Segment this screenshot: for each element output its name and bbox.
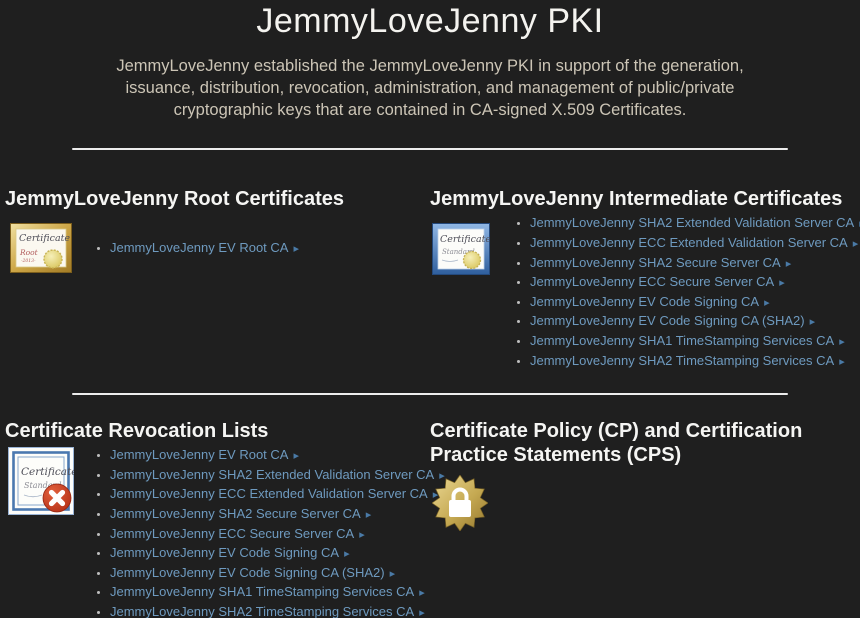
- cert-link[interactable]: JemmyLoveJenny SHA2 Extended Validation …: [530, 215, 854, 230]
- cert-link[interactable]: JemmyLoveJenny EV Root CA: [110, 447, 288, 462]
- cert-link[interactable]: JemmyLoveJenny EV Code Signing CA: [110, 545, 339, 560]
- cert-link[interactable]: JemmyLoveJenny SHA2 TimeStamping Service…: [530, 353, 834, 368]
- cert-link[interactable]: JemmyLoveJenny ECC Extended Validation S…: [110, 486, 428, 501]
- policy-lock-seal-icon: [432, 475, 488, 532]
- page-header: JemmyLoveJenny PKI JemmyLoveJenny establ…: [0, 2, 860, 121]
- svg-text:Certificate: Certificate: [19, 233, 70, 244]
- cert-link[interactable]: JemmyLoveJenny EV Code Signing CA: [530, 294, 759, 309]
- chevron-right-icon: ▸: [359, 528, 365, 541]
- cert-link[interactable]: JemmyLoveJenny SHA2 Secure Server CA: [110, 506, 361, 521]
- cert-link[interactable]: JemmyLoveJenny EV Code Signing CA (SHA2): [530, 313, 805, 328]
- svg-text:Root: Root: [19, 248, 39, 257]
- cert-link-item: JemmyLoveJenny SHA1 TimeStamping Service…: [110, 583, 445, 603]
- cert-link[interactable]: JemmyLoveJenny EV Code Signing CA (SHA2): [110, 565, 385, 580]
- svg-text:-2013-: -2013-: [21, 258, 36, 264]
- page-title: JemmyLoveJenny PKI: [256, 2, 604, 40]
- chevron-right-icon: ▸: [365, 508, 372, 521]
- cert-link-item: JemmyLoveJenny EV Code Signing CA (SHA2)…: [530, 312, 860, 332]
- divider: [72, 148, 788, 151]
- cert-link-item: JemmyLoveJenny EV Root CA ▸: [110, 446, 445, 466]
- cert-link-item: JemmyLoveJenny SHA2 Secure Server CA ▸: [530, 254, 860, 274]
- chevron-right-icon: ▸: [344, 548, 350, 561]
- cert-link[interactable]: JemmyLoveJenny ECC Secure Server CA: [530, 274, 774, 289]
- cert-link-item: JemmyLoveJenny SHA2 Extended Validation …: [110, 466, 445, 486]
- intermediate-certificates-list: JemmyLoveJenny SHA2 Extended Validation …: [502, 214, 860, 371]
- cp-cps-heading: Certificate Policy (CP) and Certificatio…: [430, 420, 803, 467]
- cert-link[interactable]: JemmyLoveJenny SHA2 Secure Server CA: [530, 255, 781, 270]
- cert-link[interactable]: JemmyLoveJenny SHA2 TimeStamping Service…: [110, 604, 414, 618]
- certificate-standard-icon: Certificate Standard: [432, 223, 490, 276]
- certificate-revoked-icon: Certificate Standard: [8, 447, 74, 516]
- cert-link-item: JemmyLoveJenny EV Code Signing CA ▸: [530, 293, 860, 313]
- cert-link[interactable]: JemmyLoveJenny EV Root CA: [110, 240, 288, 255]
- chevron-right-icon: ▸: [809, 316, 816, 329]
- cert-link-item: JemmyLoveJenny ECC Secure Server CA ▸: [530, 273, 860, 293]
- cert-link-item: JemmyLoveJenny SHA1 TimeStamping Service…: [530, 332, 860, 352]
- root-certificates-content: Certificate Root -2013- JemmyLoveJenny E…: [5, 223, 430, 274]
- revocation-lists-content: Certificate Standard JemmyLoveJenny EV R…: [5, 446, 445, 618]
- cert-link-item: JemmyLoveJenny EV Code Signing CA ▸: [110, 544, 445, 564]
- main-content: JemmyLoveJenny Root Certificates Certifi…: [0, 187, 860, 618]
- certificates-row: JemmyLoveJenny Root Certificates Certifi…: [0, 187, 860, 371]
- root-certificates-list: JemmyLoveJenny EV Root CA ▸: [82, 239, 299, 259]
- chevron-right-icon: ▸: [419, 606, 425, 618]
- chevron-right-icon: ▸: [293, 450, 299, 463]
- svg-text:Certificate: Certificate: [21, 466, 74, 478]
- cert-link-item: JemmyLoveJenny EV Root CA ▸: [110, 239, 299, 259]
- cert-link[interactable]: JemmyLoveJenny ECC Extended Validation S…: [530, 235, 848, 250]
- chevron-right-icon: ▸: [389, 567, 396, 580]
- intermediate-certificates-heading: JemmyLoveJenny Intermediate Certificates: [430, 188, 843, 211]
- cert-link-item: JemmyLoveJenny ECC Extended Validation S…: [530, 234, 860, 254]
- section-root-certificates: JemmyLoveJenny Root Certificates Certifi…: [0, 187, 430, 274]
- cert-link[interactable]: JemmyLoveJenny SHA1 TimeStamping Service…: [110, 584, 414, 599]
- cert-link[interactable]: JemmyLoveJenny ECC Secure Server CA: [110, 526, 354, 541]
- chevron-right-icon: ▸: [839, 335, 845, 348]
- cert-link-item: JemmyLoveJenny SHA2 TimeStamping Service…: [110, 603, 445, 618]
- chevron-right-icon: ▸: [852, 237, 859, 250]
- cert-link-item: JemmyLoveJenny ECC Secure Server CA ▸: [110, 525, 445, 545]
- section-cp-cps: Certificate Policy (CP) and Certificatio…: [430, 419, 860, 532]
- cert-link-item: JemmyLoveJenny ECC Extended Validation S…: [110, 485, 445, 505]
- certificate-root-icon: Certificate Root -2013-: [10, 223, 72, 274]
- chevron-right-icon: ▸: [779, 277, 785, 290]
- cert-link-item: JemmyLoveJenny EV Code Signing CA (SHA2)…: [110, 564, 445, 584]
- cert-link-item: JemmyLoveJenny SHA2 TimeStamping Service…: [530, 352, 860, 372]
- chevron-right-icon: ▸: [839, 355, 845, 368]
- chevron-right-icon: ▸: [293, 242, 299, 255]
- revocation-policy-row: Certificate Revocation Lists Certificate…: [0, 419, 860, 618]
- chevron-right-icon: ▸: [764, 296, 770, 309]
- root-certificates-heading: JemmyLoveJenny Root Certificates: [5, 188, 345, 211]
- section-revocation-lists: Certificate Revocation Lists Certificate…: [0, 419, 445, 618]
- section-intermediate-certificates: JemmyLoveJenny Intermediate Certificates…: [430, 187, 860, 371]
- intermediate-certificates-content: Certificate Standard JemmyLoveJenny SHA2…: [430, 214, 860, 371]
- intro-text: JemmyLoveJenny established the JemmyLove…: [116, 57, 744, 119]
- revocation-lists-heading: Certificate Revocation Lists: [5, 420, 269, 443]
- cert-link[interactable]: JemmyLoveJenny SHA1 TimeStamping Service…: [530, 333, 834, 348]
- cert-link-item: JemmyLoveJenny SHA2 Secure Server CA ▸: [110, 505, 445, 525]
- cert-link-item: JemmyLoveJenny SHA2 Extended Validation …: [530, 214, 860, 234]
- revocation-lists-list: JemmyLoveJenny EV Root CA▸JemmyLoveJenny…: [82, 446, 445, 618]
- svg-text:Certificate: Certificate: [440, 234, 490, 245]
- chevron-right-icon: ▸: [785, 257, 792, 270]
- cert-link[interactable]: JemmyLoveJenny SHA2 Extended Validation …: [110, 467, 434, 482]
- divider: [72, 393, 788, 396]
- chevron-right-icon: ▸: [419, 587, 425, 600]
